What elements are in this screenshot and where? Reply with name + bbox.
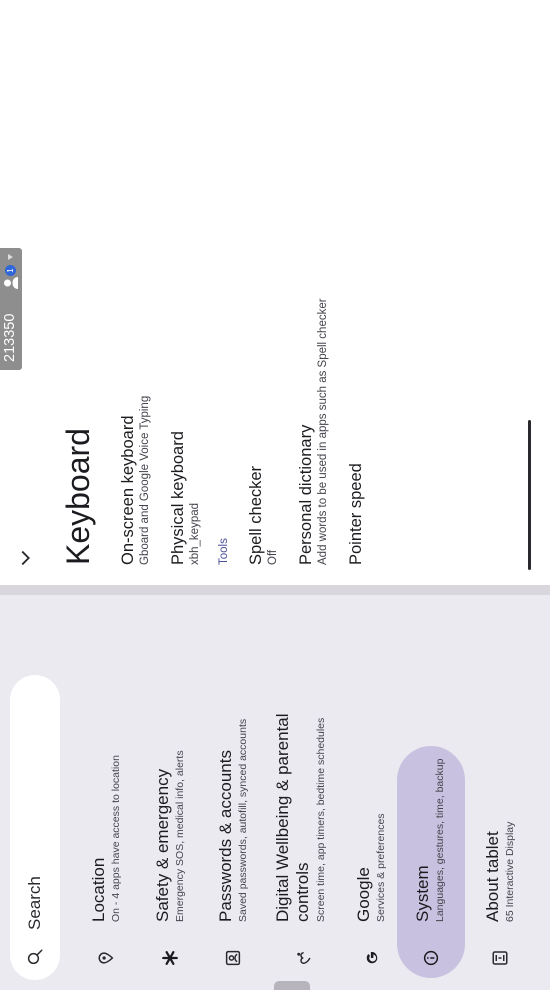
section-header-tools: Tools — [218, 538, 230, 565]
settings-item-subtitle: Emergency SOS, medical info, alerts — [174, 750, 186, 922]
settings-item-subtitle: 65 Interactive Display — [504, 821, 516, 922]
row-physical-keyboard[interactable]: Physical keyboard xbh_keypad — [168, 431, 201, 565]
settings-item-subtitle: Services & preferences — [375, 813, 387, 922]
caret-down-icon[interactable] — [8, 254, 13, 260]
asterisk-icon — [160, 948, 180, 968]
search-icon — [27, 949, 43, 965]
notification-badge: 1 — [5, 265, 16, 276]
row-personal-dictionary[interactable]: Personal dictionary Add words to be used… — [296, 298, 329, 565]
row-subtitle: Off — [267, 549, 279, 565]
search-bar[interactable]: Search — [10, 675, 60, 980]
settings-item-title: Safety & emergency — [153, 768, 172, 922]
row-title: Physical keyboard — [169, 431, 187, 565]
row-title: Pointer speed — [347, 463, 365, 565]
settings-item-title: Google — [354, 867, 373, 922]
row-spell-checker[interactable]: Spell checker Off — [246, 466, 279, 565]
landscape-screen: Search Location On - 4 apps have access … — [0, 0, 550, 990]
location-pin-icon — [96, 948, 116, 968]
settings-item-subtitle: Screen time, app timers, bedtime schedul… — [315, 717, 327, 922]
panel-divider[interactable] — [0, 585, 550, 595]
settings-item-passwords-accounts[interactable]: Passwords & accounts Saved passwords, au… — [203, 595, 261, 990]
person-icon — [4, 277, 18, 289]
settings-item-google[interactable]: Google Services & preferences — [342, 595, 396, 990]
settings-item-title: Location — [89, 857, 108, 922]
settings-item-title: About tablet — [483, 831, 502, 922]
settings-item-title: Passwords & accounts — [216, 750, 235, 922]
panel-collapse-handle[interactable] — [274, 981, 310, 990]
chevron-down-icon[interactable] — [14, 547, 36, 569]
row-subtitle: xbh_keypad — [189, 502, 201, 565]
wellbeing-icon — [294, 948, 314, 968]
settings-item-system[interactable]: System Languages, gestures, time, backup — [397, 595, 465, 990]
settings-item-title-line1: Digital Wellbeing & parental — [273, 713, 292, 922]
row-title: Spell checker — [247, 465, 265, 565]
settings-item-digital-wellbeing[interactable]: Digital Wellbeing & parental controls Sc… — [265, 595, 343, 990]
row-subtitle: Add words to be used in apps such as Spe… — [317, 298, 329, 565]
settings-item-subtitle: On - 4 apps have access to location — [110, 755, 122, 922]
navigation-handle[interactable] — [528, 420, 531, 570]
row-subtitle: Gboard and Google Voice Typing — [139, 395, 151, 565]
page-title: Keyboard — [60, 428, 96, 565]
keyboard-settings-panel: Keyboard On-screen keyboard Gboard and G… — [0, 0, 550, 585]
settings-item-subtitle: Saved passwords, autofill, synced accoun… — [237, 718, 249, 922]
tablet-icon — [490, 948, 510, 968]
settings-list-panel: Search Location On - 4 apps have access … — [0, 595, 550, 990]
settings-item-subtitle: Languages, gestures, time, backup — [434, 758, 446, 922]
settings-item-location[interactable]: Location On - 4 apps have access to loca… — [76, 595, 134, 990]
google-icon — [362, 948, 382, 968]
search-label: Search — [25, 876, 44, 930]
settings-item-title: System — [413, 865, 432, 922]
row-on-screen-keyboard[interactable]: On-screen keyboard Gboard and Google Voi… — [118, 396, 151, 565]
settings-item-safety-emergency[interactable]: Safety & emergency Emergency SOS, medica… — [140, 595, 198, 990]
status-code: 213350 — [2, 313, 18, 362]
settings-item-title-line2: controls — [293, 862, 312, 922]
info-icon — [421, 948, 441, 968]
row-title: On-screen keyboard — [119, 415, 137, 566]
row-title: Personal dictionary — [297, 424, 315, 565]
account-box-icon — [223, 948, 243, 968]
settings-item-about-tablet[interactable]: About tablet 65 Interactive Display — [470, 595, 530, 990]
status-chip[interactable]: 213350 1 — [0, 248, 22, 370]
row-pointer-speed[interactable]: Pointer speed — [346, 463, 366, 565]
